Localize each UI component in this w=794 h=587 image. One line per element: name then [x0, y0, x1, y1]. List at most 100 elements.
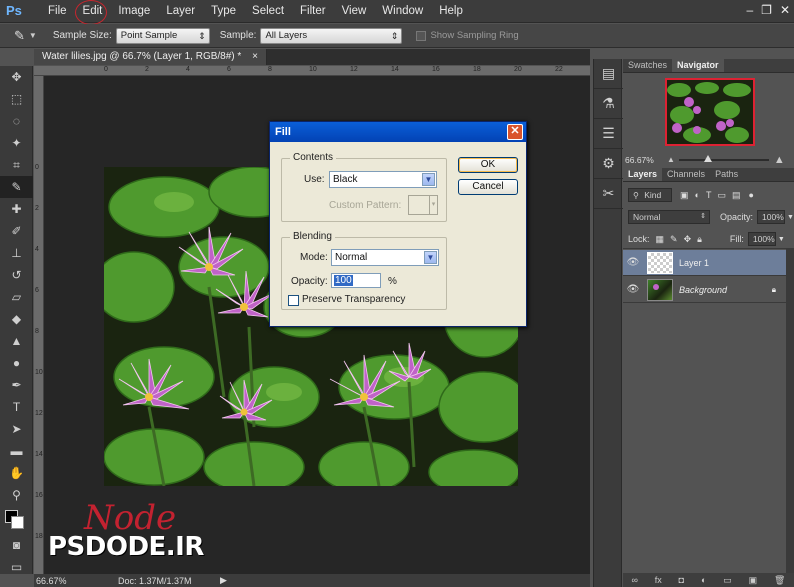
tab-channels[interactable]: Channels: [662, 168, 710, 181]
paint-bucket-tool-icon[interactable]: ◆: [0, 308, 33, 330]
menu-image[interactable]: Image: [110, 0, 158, 23]
lock-transparent-icon[interactable]: ▦: [656, 234, 665, 245]
history-brush-tool-icon[interactable]: ↺: [0, 264, 33, 286]
close-icon[interactable]: ×: [252, 51, 258, 62]
lasso-tool-icon[interactable]: ◌: [0, 110, 33, 132]
cancel-button[interactable]: Cancel: [458, 179, 518, 195]
layer-fill-input[interactable]: 100%: [747, 232, 776, 246]
lock-position-icon[interactable]: ✥: [684, 234, 692, 245]
eye-icon[interactable]: 👁︎: [623, 257, 643, 268]
close-button[interactable]: ✕: [780, 3, 790, 17]
new-group-icon[interactable]: ▭: [723, 575, 732, 586]
zoom-in-icon[interactable]: ▲: [774, 154, 785, 166]
document-tab[interactable]: Water lilies.jpg @ 66.7% (Layer 1, RGB/8…: [34, 49, 267, 65]
kind-filter-select[interactable]: ⚲ Kind: [628, 188, 672, 202]
marquee-tool-icon[interactable]: ⬚: [0, 88, 33, 110]
actions-panel-icon[interactable]: ⚗: [594, 89, 623, 119]
eye-icon[interactable]: 👁︎: [623, 284, 643, 295]
eyedropper-tool-icon[interactable]: ✎: [14, 28, 25, 44]
adjustments-panel-icon[interactable]: ⚙: [594, 149, 623, 179]
menu-filter[interactable]: Filter: [292, 0, 334, 23]
menu-window[interactable]: Window: [374, 0, 431, 23]
layer-name[interactable]: Layer 1: [679, 258, 709, 268]
layer-style-icon[interactable]: fx: [655, 575, 662, 585]
menu-edit[interactable]: Edit: [74, 0, 111, 25]
menu-view[interactable]: View: [334, 0, 375, 23]
zoom-out-icon[interactable]: ▲: [667, 155, 675, 164]
blend-mode-select[interactable]: Normal ⇕: [628, 210, 710, 224]
hand-tool-icon[interactable]: ✋: [0, 462, 33, 484]
mode-select[interactable]: Normal ▼: [331, 249, 439, 266]
screen-mode-icon[interactable]: ▭: [0, 556, 33, 578]
history-panel-icon[interactable]: ▤: [594, 59, 623, 89]
layers-scrollbar[interactable]: [786, 249, 794, 574]
chevron-down-icon[interactable]: ▼: [787, 214, 794, 221]
pen-tool-icon[interactable]: ✒: [0, 374, 33, 396]
navigator-zoom-slider[interactable]: [678, 154, 769, 162]
layer-row[interactable]: 👁︎ Layer 1: [623, 250, 786, 276]
quick-mask-icon[interactable]: ◙: [0, 534, 33, 556]
menu-help[interactable]: Help: [431, 0, 471, 23]
preserve-transparency-checkbox[interactable]: [288, 295, 299, 306]
ok-button[interactable]: OK: [458, 157, 518, 173]
show-sampling-ring-checkbox[interactable]: [416, 30, 427, 41]
opacity-input[interactable]: 100: [331, 273, 381, 288]
tab-paths[interactable]: Paths: [710, 168, 743, 181]
blur-tool-icon[interactable]: ▲: [0, 330, 33, 352]
fill-dialog-titlebar[interactable]: Fill ✕: [270, 122, 526, 142]
move-tool-icon[interactable]: ✥: [0, 66, 33, 88]
eraser-tool-icon[interactable]: ▱: [0, 286, 33, 308]
layer-mask-icon[interactable]: ◘: [679, 575, 684, 585]
zoom-level[interactable]: 66.67%: [36, 576, 96, 586]
type-filter-icon[interactable]: T: [706, 190, 712, 200]
eyedropper-tool-icon[interactable]: ✎: [0, 176, 33, 198]
adjustment-filter-icon[interactable]: ◐: [695, 190, 700, 200]
pixel-filter-icon[interactable]: ▣: [680, 190, 689, 201]
menu-select[interactable]: Select: [244, 0, 292, 23]
zoom-tool-icon[interactable]: ⚲: [0, 484, 33, 506]
sample-select[interactable]: All Layers ⇕: [260, 27, 403, 44]
status-menu-arrow[interactable]: ▶: [220, 575, 227, 586]
adjustment-layer-icon[interactable]: ◐: [701, 575, 706, 585]
use-select[interactable]: Black ▼: [329, 171, 437, 188]
slider-thumb[interactable]: [703, 154, 712, 162]
shape-filter-icon[interactable]: ▭: [717, 190, 726, 201]
navigator-thumbnail[interactable]: [665, 78, 755, 146]
brush-tool-icon[interactable]: ✐: [0, 220, 33, 242]
tab-swatches[interactable]: Swatches: [623, 59, 672, 72]
restore-button[interactable]: ❐: [761, 3, 772, 17]
navigator-zoom-value[interactable]: 66.67%: [625, 155, 667, 165]
menu-layer[interactable]: Layer: [158, 0, 203, 23]
tab-navigator[interactable]: Navigator: [672, 59, 724, 72]
tool-presets-panel-icon[interactable]: ✂: [594, 179, 623, 209]
sample-size-select[interactable]: Point Sample ⇕: [115, 27, 210, 44]
menu-type[interactable]: Type: [203, 0, 244, 23]
chevron-down-icon[interactable]: ▼: [778, 236, 785, 243]
lock-all-icon[interactable]: 🔒︎: [697, 234, 702, 245]
tool-preset-chevron-icon[interactable]: ▼: [29, 31, 37, 40]
lock-image-icon[interactable]: ✎: [670, 234, 678, 245]
background-color-swatch[interactable]: [11, 516, 24, 529]
new-layer-icon[interactable]: ▣: [749, 575, 758, 586]
clone-stamp-tool-icon[interactable]: ⊥: [0, 242, 33, 264]
layer-row[interactable]: 👁︎ Background 🔒︎: [623, 277, 786, 303]
smart-object-filter-icon[interactable]: ▤: [732, 190, 741, 201]
link-layers-icon[interactable]: ∞: [631, 575, 637, 585]
healing-brush-tool-icon[interactable]: ✚: [0, 198, 33, 220]
path-selection-tool-icon[interactable]: ➤: [0, 418, 33, 440]
trash-icon[interactable]: 🗑: [774, 575, 785, 586]
color-swatches[interactable]: [0, 508, 32, 534]
tab-layers[interactable]: Layers: [623, 168, 663, 181]
dialog-close-button[interactable]: ✕: [507, 124, 523, 140]
shape-tool-icon[interactable]: ▬: [0, 440, 33, 462]
layer-name[interactable]: Background: [679, 285, 727, 295]
type-tool-icon[interactable]: T: [0, 396, 33, 418]
minimize-button[interactable]: –: [746, 3, 753, 17]
layer-opacity-input[interactable]: 100%: [757, 210, 786, 224]
magic-wand-tool-icon[interactable]: ✦: [0, 132, 33, 154]
crop-tool-icon[interactable]: ⌗: [0, 154, 33, 176]
menu-file[interactable]: File: [40, 0, 75, 23]
dodge-tool-icon[interactable]: ●: [0, 352, 33, 374]
properties-panel-icon[interactable]: ☰: [594, 119, 623, 149]
filter-toggle-icon[interactable]: ●: [748, 190, 753, 200]
